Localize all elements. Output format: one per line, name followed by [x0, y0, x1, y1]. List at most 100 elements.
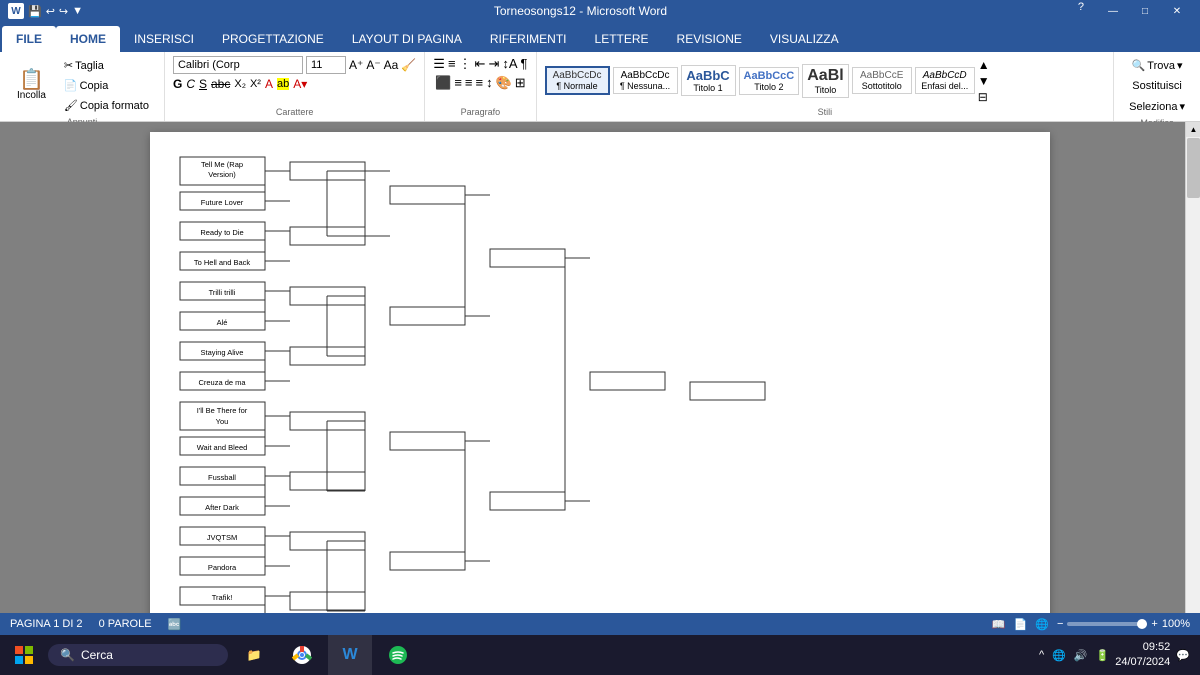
increase-indent-button[interactable]: ⇥ [488, 56, 499, 72]
tab-lettere[interactable]: LETTERE [581, 26, 663, 52]
font-color-button[interactable]: A [265, 77, 273, 91]
date: 24/07/2024 [1115, 655, 1170, 670]
style-normal-button[interactable]: AaBbCcDc ¶ Normale [545, 66, 610, 95]
maximize-button[interactable]: □ [1130, 1, 1160, 21]
scissors-icon: ✂ [64, 59, 73, 72]
taskbar: 🔍 Cerca 📁 W [0, 635, 1200, 675]
network-icon[interactable]: 🌐 [1052, 649, 1066, 662]
italic-button[interactable]: C [186, 77, 195, 91]
strikethrough-button[interactable]: abc [211, 77, 230, 91]
style-sottotitolo-button[interactable]: AaBbCcE Sottotitolo [852, 67, 912, 94]
svg-text:After Dark: After Dark [205, 503, 239, 512]
sort-button[interactable]: ↕A [502, 56, 517, 72]
decrease-indent-button[interactable]: ⇤ [475, 56, 486, 72]
expand-styles-icon[interactable]: ⊟ [978, 90, 990, 104]
change-case-button[interactable]: Aa [384, 58, 399, 72]
taglia-button[interactable]: ✂ Taglia [57, 56, 156, 75]
highlight-button[interactable]: ab [277, 78, 289, 90]
status-right: 📖 📄 🌐 − + 100% [992, 618, 1190, 631]
align-justify-button[interactable]: ≡ [476, 75, 484, 91]
view-layout-button[interactable]: 📄 [1014, 618, 1028, 631]
font-name-input[interactable] [173, 56, 303, 74]
list-numbered-button[interactable]: ≡ [448, 56, 456, 72]
notification-icon[interactable]: 💬 [1176, 649, 1190, 662]
tab-inserisci[interactable]: INSERISCI [120, 26, 208, 52]
subscript-button[interactable]: X₂ [234, 78, 246, 90]
tab-file[interactable]: FILE [2, 26, 56, 52]
view-read-button[interactable]: 📖 [992, 618, 1006, 631]
status-bar: PAGINA 1 DI 2 0 PAROLE 🔤 📖 📄 🌐 − + 100% [0, 613, 1200, 635]
chevron-up-icon[interactable]: ▲ [978, 58, 990, 72]
seleziona-button[interactable]: Seleziona ▾ [1122, 97, 1192, 116]
word-button[interactable]: W [328, 635, 372, 675]
title-bar: W 💾 ↩ ↪ ▼ Torneosongs12 - Microsoft Word… [0, 0, 1200, 22]
close-button[interactable]: ✕ [1162, 1, 1192, 21]
scroll-up-button[interactable]: ▲ [1186, 122, 1200, 137]
svg-text:You: You [216, 417, 229, 426]
title-bar-title: Torneosongs12 - Microsoft Word [83, 4, 1078, 18]
spotify-button[interactable] [376, 635, 420, 675]
zoom-control[interactable]: − + 100% [1057, 618, 1190, 630]
word-taskbar-icon: W [342, 646, 357, 664]
font-size-up-button[interactable]: A⁺ [349, 58, 363, 72]
font-size-down-button[interactable]: A⁻ [366, 58, 380, 72]
minimize-button[interactable]: — [1098, 1, 1128, 21]
search-icon: 🔍 [60, 648, 75, 662]
vertical-scrollbar[interactable]: ▲ ▼ [1185, 122, 1200, 635]
clear-format-button[interactable]: 🧹 [401, 58, 416, 72]
view-web-button[interactable]: 🌐 [1035, 618, 1049, 631]
style-enfasi-button[interactable]: AaBbCcD Enfasi del... [915, 67, 975, 94]
multilevel-list-button[interactable]: ⋮ [459, 56, 472, 72]
copy-icon: 📄 [64, 79, 78, 92]
tab-visualizza[interactable]: VISUALIZZA [756, 26, 853, 52]
chevron-down-icon[interactable]: ▼ [978, 74, 990, 88]
format-painter-icon: 🖌 [64, 99, 78, 112]
zoom-out-icon[interactable]: − [1057, 618, 1063, 630]
bold-button[interactable]: G [173, 77, 182, 91]
font-size-input[interactable] [306, 56, 346, 74]
language-indicator: 🔤 [168, 618, 182, 631]
shading-button[interactable]: 🎨 [496, 75, 512, 91]
align-left-button[interactable]: ⬛ [435, 75, 451, 91]
superscript-button[interactable]: X² [250, 78, 261, 90]
volume-icon[interactable]: 🔊 [1074, 649, 1088, 662]
word-count: 0 PAROLE [99, 618, 152, 630]
folder-icon: 📁 [247, 648, 262, 662]
trova-button[interactable]: 🔍 Trova ▾ [1125, 56, 1190, 75]
tab-riferimenti[interactable]: RIFERIMENTI [476, 26, 581, 52]
tab-home[interactable]: HOME [56, 26, 120, 52]
file-explorer-button[interactable]: 📁 [232, 635, 276, 675]
copia-button[interactable]: 📄 Copia [57, 76, 156, 95]
borders-button[interactable]: ⊞ [515, 75, 526, 91]
style-titolo-button[interactable]: AaBl Titolo [802, 64, 848, 98]
tab-progettazione[interactable]: PROGETTAZIONE [208, 26, 338, 52]
scroll-thumb[interactable] [1187, 138, 1200, 198]
zoom-slider[interactable] [1067, 622, 1147, 626]
style-gallery-scroll[interactable]: ▲ ▼ ⊟ [978, 58, 990, 104]
incolla-button[interactable]: 📋 Incolla [8, 65, 55, 106]
line-spacing-button[interactable]: ↕ [486, 75, 493, 91]
zoom-in-icon[interactable]: + [1151, 618, 1157, 630]
underline-button[interactable]: S [199, 77, 207, 91]
show-formatting-button[interactable]: ¶ [521, 56, 528, 72]
sostituisci-button[interactable]: Sostituisci [1125, 77, 1189, 95]
style-nessuna-button[interactable]: AaBbCcDc ¶ Nessuna... [613, 67, 678, 94]
taskbar-search-box[interactable]: 🔍 Cerca [48, 644, 228, 666]
list-bullet-button[interactable]: ☰ [433, 56, 445, 72]
tab-layout[interactable]: LAYOUT DI PAGINA [338, 26, 476, 52]
svg-text:To Hell and Back: To Hell and Back [194, 258, 251, 267]
title-bar-controls: ? — □ ✕ [1078, 1, 1192, 21]
copia-formato-button[interactable]: 🖌 Copia formato [57, 96, 156, 115]
clock[interactable]: 09:52 24/07/2024 [1115, 640, 1170, 671]
svg-text:Wait and Bleed: Wait and Bleed [197, 443, 248, 452]
align-right-button[interactable]: ≡ [465, 75, 473, 91]
style-titolo2-button[interactable]: AaBbCcC Titolo 2 [739, 67, 800, 95]
document-area[interactable]: Tell Me (Rap Version) Future Lover Ready… [0, 122, 1200, 635]
chrome-button[interactable] [280, 635, 324, 675]
tray-chevron-icon[interactable]: ^ [1039, 649, 1044, 661]
tab-revisione[interactable]: REVISIONE [663, 26, 756, 52]
style-titolo1-button[interactable]: AaBbC Titolo 1 [681, 65, 736, 96]
text-color-button[interactable]: A▾ [293, 77, 307, 91]
start-button[interactable] [4, 635, 44, 675]
align-center-button[interactable]: ≡ [454, 75, 462, 91]
